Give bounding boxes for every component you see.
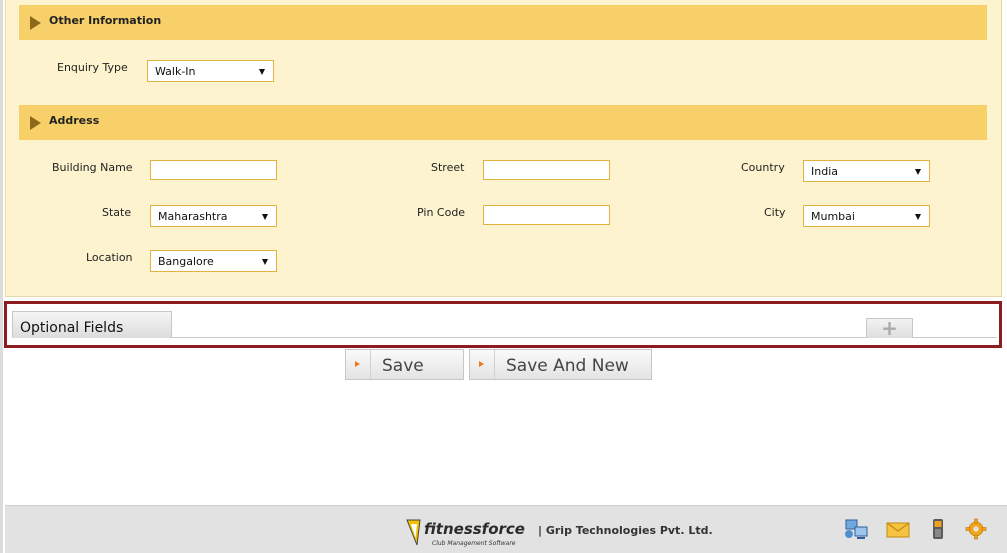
save-button[interactable]: Save	[345, 349, 464, 380]
other-information-header[interactable]: Other Information	[19, 5, 987, 40]
country-select[interactable]: India	[803, 160, 930, 182]
section-title: Address	[49, 114, 100, 127]
section-title: Other Information	[49, 14, 162, 27]
address-header[interactable]: Address	[19, 105, 987, 140]
dropdown-caret-icon	[262, 259, 268, 265]
country-value: India	[811, 165, 838, 178]
arrow-right-icon	[479, 361, 484, 367]
dropdown-caret-icon	[259, 69, 265, 75]
location-value: Bangalore	[158, 255, 214, 268]
fitnessforce-logo: fitnessforce Club Management Software	[406, 519, 525, 547]
expand-arrow-icon[interactable]	[30, 116, 41, 130]
form-area: Other Information Enquiry Type Walk-In A…	[5, 0, 1002, 297]
pin-code-label: Pin Code	[417, 206, 466, 219]
enquiry-type-select[interactable]: Walk-In	[147, 60, 274, 82]
street-label: Street	[431, 161, 465, 174]
dropdown-caret-icon	[915, 169, 921, 175]
expand-arrow-icon[interactable]	[30, 16, 41, 30]
enquiry-type-value: Walk-In	[155, 65, 196, 78]
pin-code-input[interactable]	[483, 205, 610, 225]
state-value: Maharashtra	[158, 210, 228, 223]
save-and-new-button[interactable]: Save And New	[469, 349, 652, 380]
building-name-input[interactable]	[150, 160, 277, 180]
gear-icon[interactable]	[963, 517, 989, 541]
save-and-new-button-label: Save And New	[506, 356, 629, 376]
tab-optional-fields[interactable]: Optional Fields	[12, 311, 172, 338]
city-value: Mumbai	[811, 210, 855, 223]
location-label: Location	[86, 251, 133, 264]
city-label: City	[764, 206, 786, 219]
enquiry-type-label: Enquiry Type	[57, 61, 128, 74]
logo-wordmark: fitnessforce	[424, 520, 525, 538]
dropdown-caret-icon	[915, 214, 921, 220]
save-button-label: Save	[382, 356, 424, 376]
company-name: | Grip Technologies Pvt. Ltd.	[538, 524, 713, 537]
dropdown-caret-icon	[262, 214, 268, 220]
logo-tagline: Club Management Software	[432, 540, 516, 547]
add-field-button[interactable]: +	[866, 318, 913, 338]
button-arrow-box	[346, 350, 371, 379]
state-select[interactable]: Maharashtra	[150, 205, 277, 227]
street-input[interactable]	[483, 160, 610, 180]
building-name-label: Building Name	[52, 161, 133, 174]
optional-fields-panel: Optional Fields +	[4, 301, 1002, 348]
location-select[interactable]: Bangalore	[150, 250, 277, 272]
country-label: Country	[741, 161, 785, 174]
footer: fitnessforce Club Management Software | …	[5, 505, 1007, 553]
state-label: State	[102, 206, 132, 219]
button-arrow-box	[470, 350, 495, 379]
city-select[interactable]: Mumbai	[803, 205, 930, 227]
arrow-right-icon	[355, 361, 360, 367]
phone-icon[interactable]	[925, 517, 951, 541]
mail-icon[interactable]	[885, 517, 911, 541]
computer-network-icon[interactable]	[843, 517, 869, 541]
